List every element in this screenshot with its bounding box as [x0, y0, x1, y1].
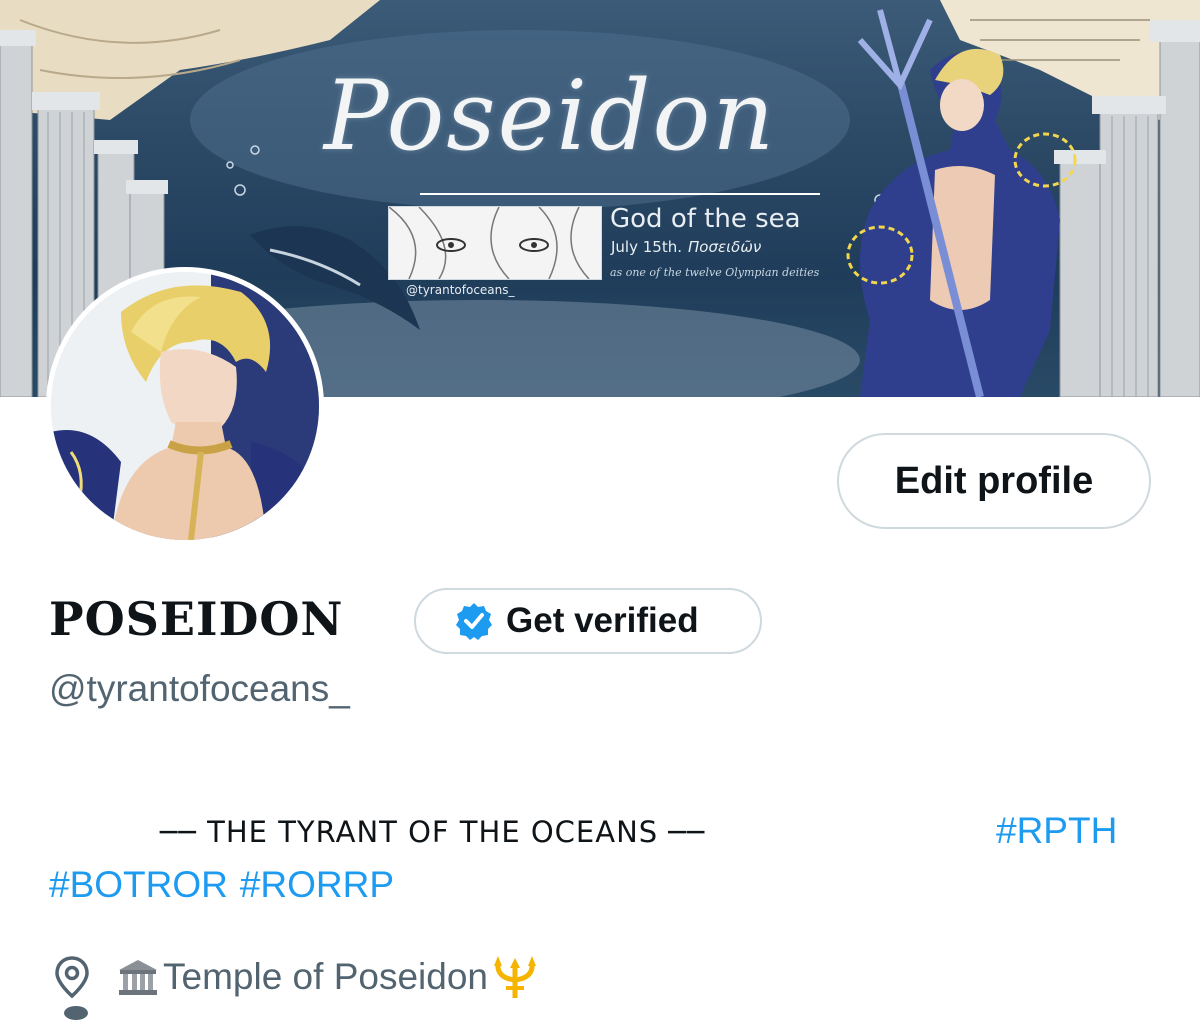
verified-badge-icon	[456, 603, 492, 640]
avatar[interactable]	[46, 267, 324, 545]
banner-title: Poseidon	[323, 60, 777, 172]
hashtag-botror[interactable]: #BOTROR	[49, 864, 228, 905]
get-verified-label: Get verified	[506, 601, 699, 640]
next-row-icon	[64, 1006, 88, 1020]
get-verified-button[interactable]: Get verified	[414, 588, 762, 654]
location-text: Temple of Poseidon	[163, 956, 488, 997]
profile-location: Temple of Poseidon	[49, 952, 542, 1002]
banner-date: July 15th. Ποσειδῶν	[611, 238, 761, 256]
edit-profile-button[interactable]: Edit profile	[837, 433, 1151, 529]
location-pin-icon	[55, 956, 89, 999]
banner-manga-panel	[388, 206, 602, 280]
hashtag-rpth[interactable]: #RPTH	[996, 810, 1117, 852]
banner-subtitle: God of the sea	[610, 204, 801, 234]
hashtag-rorrp[interactable]: #RORRP	[240, 864, 394, 905]
banner-handle: @tyrantofoceans_	[406, 283, 515, 297]
banner-date-text: July 15th.	[611, 238, 682, 256]
banner-greek-name: Ποσειδῶν	[688, 238, 762, 256]
profile-handle: @tyrantofoceans_	[49, 668, 350, 709]
banner-deities-line: as one of the twelve Olympian deities	[610, 266, 820, 279]
bio-tagline: ── THE TYRANT OF THE OCEANS ──	[160, 815, 706, 849]
classical-building-icon	[119, 960, 157, 995]
avatar-image	[51, 272, 319, 540]
trident-icon	[493, 956, 536, 998]
display-name: POSEIDON	[49, 592, 344, 646]
hashtag-row: #BOTROR #RORRP	[49, 864, 406, 906]
